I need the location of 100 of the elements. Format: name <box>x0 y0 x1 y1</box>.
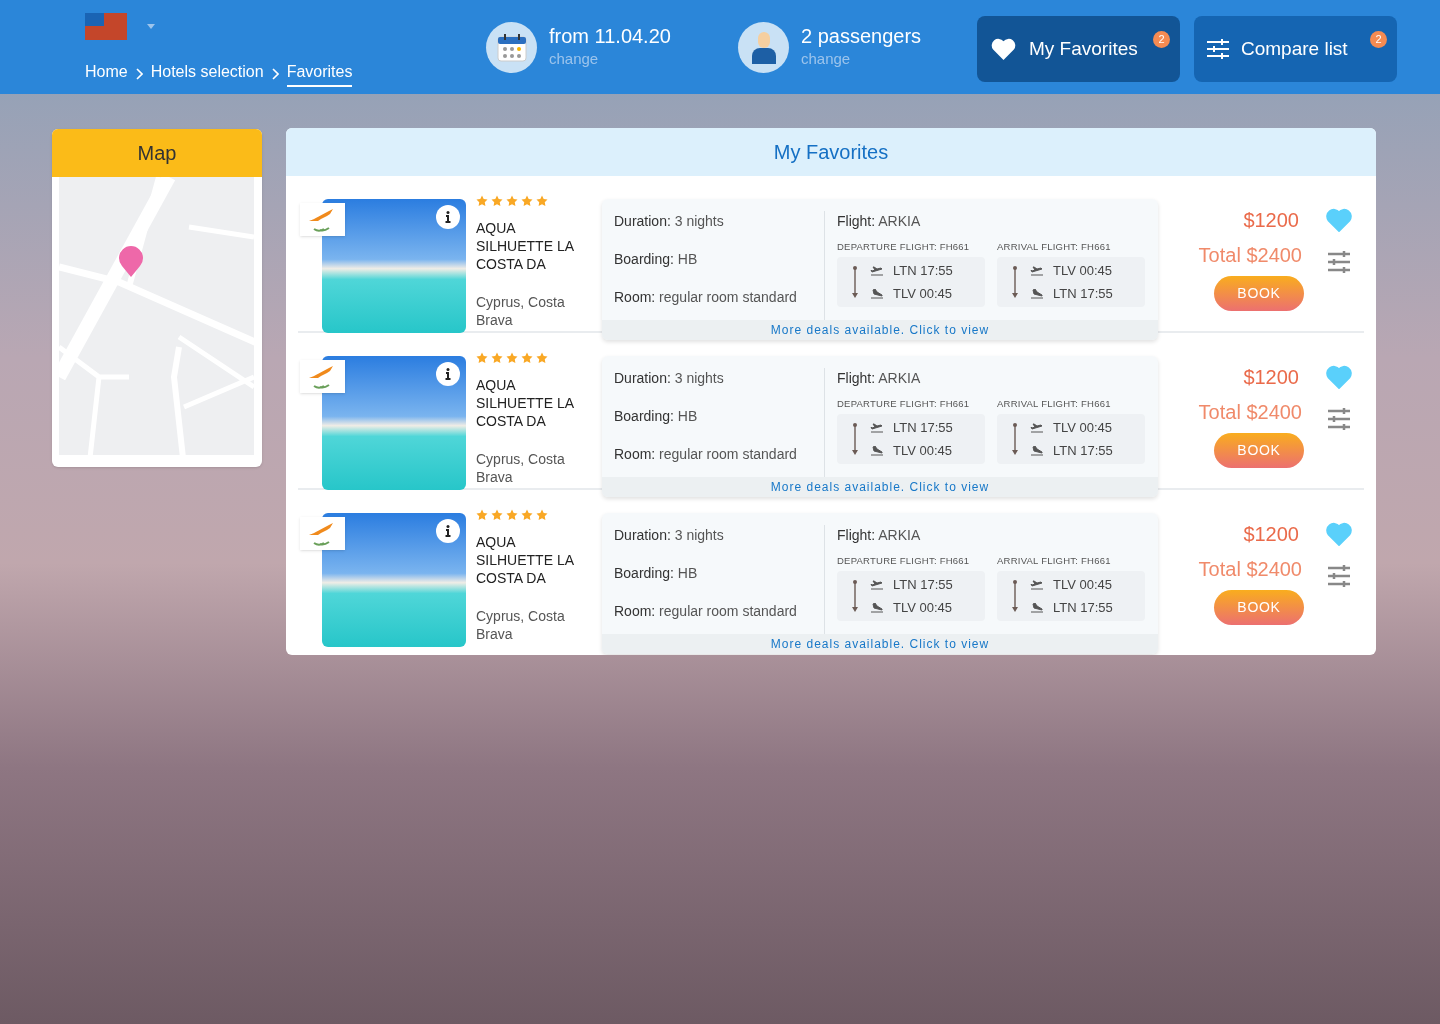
cyprus-flag-icon <box>300 360 345 393</box>
star-icon <box>536 509 548 521</box>
breadcrumb-link[interactable]: Hotels selection <box>150 60 264 87</box>
total-price: Total $2400 <box>1198 243 1302 268</box>
price: $1200 <box>1243 208 1299 233</box>
flight-time: TLV 00:45 <box>893 599 953 618</box>
route-arrow-icon <box>1012 579 1018 614</box>
person-icon[interactable] <box>738 22 789 73</box>
flight-number-label: DEPARTURE FLIGHT: FH661 <box>837 240 971 254</box>
landing-icon <box>1030 289 1044 299</box>
route-arrow-icon <box>1012 422 1018 457</box>
sliders-icon[interactable] <box>1327 407 1351 431</box>
breadcrumb-link[interactable]: Favorites <box>286 60 353 87</box>
flight-airline: Flight: ARKIA <box>837 212 922 231</box>
takeoff-icon <box>1030 579 1044 590</box>
heart-icon[interactable] <box>1326 208 1352 232</box>
deal-detail: Room: regular room standard <box>614 445 798 464</box>
book-button[interactable]: BOOK <box>1214 276 1304 311</box>
compare-list-button[interactable]: Compare list 2 <box>1194 16 1397 82</box>
total-price: Total $2400 <box>1198 400 1302 425</box>
takeoff-icon <box>870 265 884 276</box>
price: $1200 <box>1243 522 1299 547</box>
landing-icon <box>870 603 884 613</box>
count-badge: 2 <box>1153 31 1170 48</box>
star-icon <box>506 509 518 521</box>
total-price: Total $2400 <box>1198 557 1302 582</box>
flight-time: LTN 17:55 <box>1053 285 1113 304</box>
star-icon <box>491 195 503 207</box>
flight-time: TLV 00:45 <box>893 442 953 461</box>
sliders-icon[interactable] <box>1327 250 1351 274</box>
flight-number-label: ARRIVAL FLIGHT: FH661 <box>997 554 1112 568</box>
star-icon <box>476 509 488 521</box>
landing-icon <box>870 446 884 456</box>
sliders-icon <box>1207 39 1229 59</box>
flight-airline: Flight: ARKIA <box>837 526 922 545</box>
price: $1200 <box>1243 365 1299 390</box>
star-icon <box>506 195 518 207</box>
deal-detail: Room: regular room standard <box>614 288 798 307</box>
more-deals-link[interactable]: More deals available. Click to view <box>602 320 1158 340</box>
takeoff-icon <box>1030 422 1044 433</box>
caret-icon[interactable] <box>147 24 155 29</box>
star-icon <box>476 195 488 207</box>
deal-detail: Boarding: HB <box>614 407 699 426</box>
hotel-name[interactable]: AQUA SILHUETTE LA COSTA DA <box>476 533 590 587</box>
hotel-location: Cyprus, Costa Brava <box>476 293 566 329</box>
cyprus-flag-icon <box>300 517 345 550</box>
star-icon <box>536 195 548 207</box>
change-link[interactable]: change <box>549 48 671 71</box>
star-icon <box>491 352 503 364</box>
book-button[interactable]: BOOK <box>1214 590 1304 625</box>
more-deals-link[interactable]: More deals available. Click to view <box>602 477 1158 497</box>
more-deals-link[interactable]: More deals available. Click to view <box>602 634 1158 654</box>
flight-time: LTN 17:55 <box>893 575 953 594</box>
breadcrumb-link[interactable]: Home <box>85 60 128 87</box>
flight-time: TLV 00:45 <box>1053 261 1113 280</box>
flight-time: TLV 00:45 <box>1053 575 1113 594</box>
chevron-icon <box>271 67 279 80</box>
sliders-icon[interactable] <box>1327 564 1351 588</box>
flight-time: TLV 00:45 <box>1053 418 1113 437</box>
heart-icon[interactable] <box>1326 522 1352 546</box>
takeoff-icon <box>870 579 884 590</box>
hotel-name[interactable]: AQUA SILHUETTE LA COSTA DA <box>476 219 590 273</box>
flight-number-label: ARRIVAL FLIGHT: FH661 <box>997 397 1112 411</box>
book-button[interactable]: BOOK <box>1214 433 1304 468</box>
landing-icon <box>1030 446 1044 456</box>
flight-number-label: ARRIVAL FLIGHT: FH661 <box>997 240 1112 254</box>
flight-number-label: DEPARTURE FLIGHT: FH661 <box>837 397 971 411</box>
star-icon <box>506 352 518 364</box>
star-icon <box>521 352 533 364</box>
panel-title: My Favorites <box>286 128 1376 176</box>
deal-detail: Duration: 3 nights <box>614 369 725 388</box>
landing-icon <box>1030 603 1044 613</box>
deal-detail: Boarding: HB <box>614 250 699 269</box>
flight-number-label: DEPARTURE FLIGHT: FH661 <box>837 554 971 568</box>
deal-detail: Duration: 3 nights <box>614 212 725 231</box>
my-favorites-button[interactable]: My Favorites 2 <box>977 16 1180 82</box>
star-icon <box>536 352 548 364</box>
landing-icon <box>870 289 884 299</box>
map-title: Map <box>52 129 262 177</box>
hotel-location: Cyprus, Costa Brava <box>476 450 566 486</box>
flight-time: LTN 17:55 <box>893 418 953 437</box>
flight-time: TLV 00:45 <box>893 285 953 304</box>
deal-detail: Boarding: HB <box>614 564 699 583</box>
route-arrow-icon <box>852 579 858 614</box>
chevron-icon <box>135 67 143 80</box>
heart-icon <box>990 37 1017 61</box>
hotel-location: Cyprus, Costa Brava <box>476 607 566 643</box>
heart-icon[interactable] <box>1326 365 1352 389</box>
route-arrow-icon <box>852 265 858 300</box>
flag-icon <box>85 13 127 40</box>
flight-time: LTN 17:55 <box>893 261 953 280</box>
star-icon <box>521 195 533 207</box>
star-icon <box>491 509 503 521</box>
route-arrow-icon <box>1012 265 1018 300</box>
hotel-name[interactable]: AQUA SILHUETTE LA COSTA DA <box>476 376 590 430</box>
deal-detail: Duration: 3 nights <box>614 526 725 545</box>
cyprus-flag-icon <box>300 203 345 236</box>
deal-detail: Room: regular room standard <box>614 602 798 621</box>
calendar-icon[interactable] <box>486 22 537 73</box>
change-link[interactable]: change <box>801 48 922 71</box>
